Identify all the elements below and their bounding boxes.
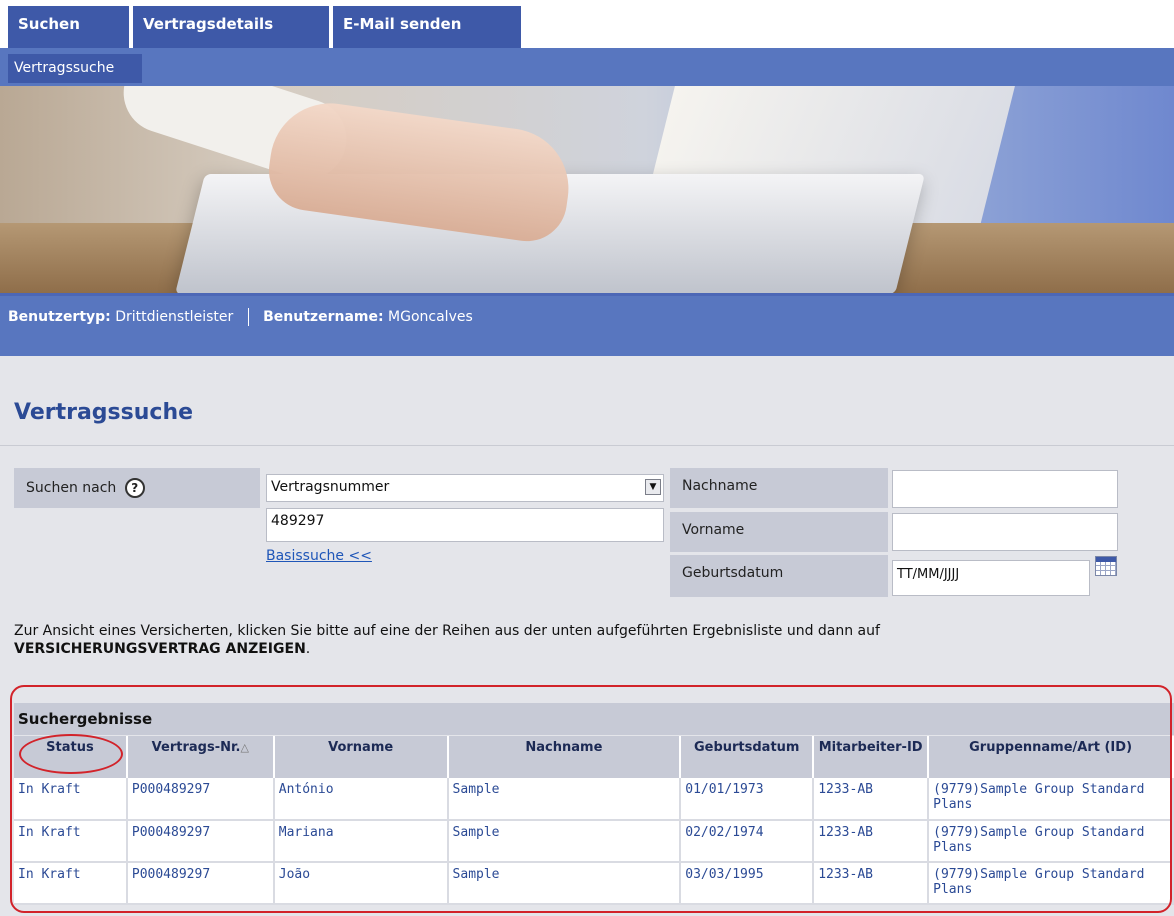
sub-navigation: Vertragssuche xyxy=(0,48,1174,86)
cell-dob: 03/03/1995 xyxy=(680,862,815,905)
cell-dob: 01/01/1973 xyxy=(680,778,815,821)
tab-label: Vertragsdetails xyxy=(143,15,274,33)
help-icon[interactable]: ? xyxy=(124,478,145,498)
column-header-firstname[interactable]: Vorname xyxy=(273,736,449,778)
column-header-employee-id[interactable]: Mitarbeiter-ID xyxy=(813,736,930,778)
search-value: 489297 xyxy=(271,513,325,529)
cell-group: (9779)Sample Group Standard Plans xyxy=(928,820,1174,863)
tab-label: Suchen xyxy=(18,15,80,33)
user-type-label: Benutzertyp: xyxy=(8,309,111,325)
instructions-main: Zur Ansicht eines Versicherten, klicken … xyxy=(14,623,880,639)
search-by-label: Suchen nach xyxy=(26,480,117,496)
cell-status: In Kraft xyxy=(14,820,128,863)
table-row[interactable]: In Kraft P000489297 Mariana Sample 02/02… xyxy=(14,820,1174,863)
column-header-group[interactable]: Gruppenname/Art (ID) xyxy=(928,736,1174,778)
cell-lastname: Sample xyxy=(447,778,682,821)
search-results: Suchergebnisse Status Vertrags-Nr.△ Vorn… xyxy=(14,703,1174,913)
tab-vertragsdetails[interactable]: Vertragsdetails xyxy=(133,6,329,48)
cell-firstname: Mariana xyxy=(273,820,449,863)
dob-label: Geburtsdatum xyxy=(682,565,784,581)
column-header-contract-no[interactable]: Vertrags-Nr.△ xyxy=(126,736,275,778)
tab-label: E-Mail senden xyxy=(343,15,462,33)
user-name-value: MGoncalves xyxy=(388,309,473,325)
results-title: Suchergebnisse xyxy=(14,703,1174,735)
table-row[interactable]: In Kraft P000489297 António Sample 01/01… xyxy=(14,778,1174,821)
dob-value: TT/MM/JJJJ xyxy=(897,567,960,582)
instructions-end: . xyxy=(305,641,311,657)
banner-image xyxy=(0,86,1174,296)
cell-firstname: João xyxy=(273,862,449,905)
column-header-status[interactable]: Status xyxy=(14,736,128,778)
results-table: Status Vertrags-Nr.△ Vorname Nachname Ge… xyxy=(14,736,1174,905)
lastname-label-cell: Nachname xyxy=(670,468,888,508)
tab-suchen[interactable]: Suchen xyxy=(8,6,129,48)
instructions-bold: VERSICHERUNGSVERTRAG ANZEIGEN xyxy=(14,641,306,657)
cell-firstname: António xyxy=(273,778,449,821)
page-title: Vertragssuche xyxy=(14,400,194,425)
user-type-value: Drittdienstleister xyxy=(115,309,234,325)
cell-group: (9779)Sample Group Standard Plans xyxy=(928,862,1174,905)
search-by-label-cell: Suchen nach ? xyxy=(14,468,260,508)
cell-lastname: Sample xyxy=(447,862,682,905)
search-type-selected: Vertragsnummer xyxy=(271,479,390,495)
sort-ascending-icon[interactable]: △ xyxy=(240,741,248,754)
instructions-text: Zur Ansicht eines Versicherten, klicken … xyxy=(14,622,1164,658)
user-info-bar: Benutzertyp: Drittdienstleister Benutzer… xyxy=(0,296,1174,356)
chevron-down-icon[interactable]: ▼ xyxy=(645,479,661,495)
cell-contract-no: P000489297 xyxy=(126,862,275,905)
cell-status: In Kraft xyxy=(14,778,128,821)
cell-dob: 02/02/1974 xyxy=(680,820,815,863)
table-header-row: Status Vertrags-Nr.△ Vorname Nachname Ge… xyxy=(14,736,1174,778)
cell-employee-id: 1233-AB xyxy=(813,778,930,821)
column-header-lastname[interactable]: Nachname xyxy=(447,736,682,778)
table-row[interactable]: In Kraft P000489297 João Sample 03/03/19… xyxy=(14,862,1174,905)
lastname-input[interactable] xyxy=(892,470,1118,508)
cell-employee-id: 1233-AB xyxy=(813,820,930,863)
cell-lastname: Sample xyxy=(447,820,682,863)
basic-search-link[interactable]: Basissuche << xyxy=(266,548,372,564)
cell-status: In Kraft xyxy=(14,862,128,905)
calendar-icon[interactable] xyxy=(1095,556,1117,576)
firstname-input[interactable] xyxy=(892,513,1118,551)
firstname-label-cell: Vorname xyxy=(670,512,888,552)
cell-contract-no: P000489297 xyxy=(126,820,275,863)
top-navigation: Suchen Vertragsdetails E-Mail senden xyxy=(0,0,1174,48)
cell-employee-id: 1233-AB xyxy=(813,862,930,905)
dob-label-cell: Geburtsdatum xyxy=(670,555,888,597)
divider xyxy=(247,308,249,326)
firstname-label: Vorname xyxy=(682,522,745,538)
user-name-label: Benutzername: xyxy=(263,309,384,325)
lastname-label: Nachname xyxy=(682,478,758,494)
subnav-label: Vertragssuche xyxy=(14,60,115,76)
column-header-dob[interactable]: Geburtsdatum xyxy=(680,736,815,778)
subnav-item-vertragssuche[interactable]: Vertragssuche xyxy=(8,54,142,83)
title-divider xyxy=(0,445,1174,446)
dob-input[interactable]: TT/MM/JJJJ xyxy=(892,560,1090,596)
cell-group: (9779)Sample Group Standard Plans xyxy=(928,778,1174,821)
search-type-select[interactable]: Vertragsnummer ▼ xyxy=(266,474,664,502)
tab-email-senden[interactable]: E-Mail senden xyxy=(333,6,521,48)
cell-contract-no: P000489297 xyxy=(126,778,275,821)
search-value-input[interactable]: 489297 xyxy=(266,508,664,542)
